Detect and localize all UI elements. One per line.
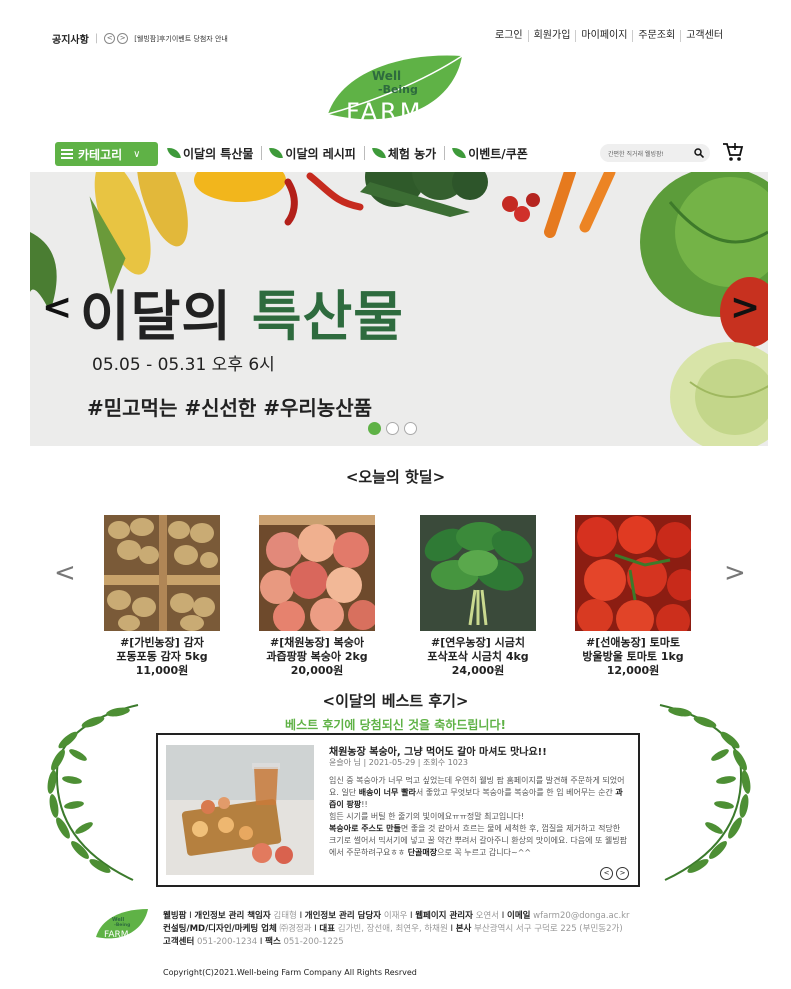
product-name: 과즙팡팡 복숭아 2kg (266, 650, 368, 663)
review-next-button[interactable]: > (616, 867, 629, 880)
footer-info: 웰빙팜 I 개인정보 관리 책임자 김태형 I 개인정보 관리 담당자 이재우 … (163, 910, 703, 949)
carousel-dot-3[interactable] (404, 422, 417, 435)
product-price: 11,000원 (135, 664, 189, 677)
tomato-image (575, 515, 691, 631)
product-price: 20,000원 (290, 664, 344, 677)
hero-banner: < > 이달의 특산물 05.05 - 05.31 오후 6시 #믿고먹는 #신… (30, 172, 768, 446)
carousel-dots (368, 422, 417, 435)
svg-text:-Being: -Being (378, 83, 418, 96)
notice-text[interactable]: [웰빙팜]후기이벤트 당첨자 안내 (134, 34, 228, 44)
banner-title-green: 특산물 (251, 285, 404, 348)
nav-item-label: 이달의 레시피 (285, 146, 356, 161)
review-pager: < > (600, 867, 629, 880)
banner-tags: #믿고먹는 #신선한 #우리농산품 (87, 396, 372, 420)
svg-text:FARM: FARM (346, 98, 423, 126)
product-farm: #[연우농장] 시금치 (431, 636, 525, 649)
carousel-dot-2[interactable] (386, 422, 399, 435)
svg-text:Well: Well (372, 69, 401, 83)
peach-image (259, 515, 375, 631)
notice-next-button[interactable]: > (117, 33, 129, 44)
hotdeal-prev-button[interactable]: < (54, 558, 76, 588)
product-card-peach[interactable]: #[채원농장] 복숭아 과즙팡팡 복숭아 2kg 20,000원 (253, 515, 381, 678)
nav-item-recipe[interactable]: 이달의 레시피 (261, 146, 363, 161)
search-placeholder: 간편한 직거래 웰빙팜! (608, 150, 664, 158)
nav-item-label: 이달의 특산물 (183, 146, 254, 161)
svg-text:FARM: FARM (104, 930, 129, 940)
product-name: 포동포동 감자 5kg (116, 650, 208, 663)
nav-item-specialty[interactable]: 이달의 특산물 (167, 146, 261, 161)
best-review-card[interactable]: 채원농장 복숭아, 그냥 먹어도 갈아 마셔도 맛나요!! 윤슬아 님 | 20… (156, 733, 640, 887)
nav-item-label: 체험 농가 (387, 146, 437, 161)
leaf-icon (269, 146, 284, 160)
hotdeal-heading: <오늘의 핫딜> (345, 468, 446, 486)
search-icon[interactable] (694, 148, 704, 158)
product-card-spinach[interactable]: #[연우농장] 시금치 포삭포삭 시금치 4kg 24,000원 (414, 515, 542, 678)
notice-bar: 공지사항 | < > [웰빙팜]후기이벤트 당첨자 안내 (52, 31, 228, 46)
product-farm: #[채원농장] 복숭아 (270, 636, 364, 649)
divider: | (94, 33, 99, 44)
banner-title: 이달의 특산물 (80, 272, 404, 351)
copyright: Copyright(C)2021.Well-being Farm Company… (163, 968, 417, 977)
product-farm: #[가빈농장] 감자 (120, 636, 204, 649)
product-farm: #[선애농장] 토마토 (586, 636, 680, 649)
banner-next-button[interactable]: > (730, 287, 760, 328)
review-meta: 윤슬아 님 | 2021-05-29 | 조회수 1023 (329, 758, 469, 767)
laurel-left-icon (47, 704, 139, 881)
review-photo (166, 745, 314, 875)
product-price: 24,000원 (451, 664, 505, 677)
notice-prev-button[interactable]: < (104, 33, 116, 44)
chevron-down-icon: ∨ (133, 148, 141, 160)
hotdeal-next-button[interactable]: > (724, 558, 746, 588)
footer-logo-icon: Well -Being FARM (96, 909, 148, 940)
review-title[interactable]: 채원농장 복숭아, 그냥 먹어도 갈아 마셔도 맛나요!! (329, 743, 547, 758)
banner-date: 05.05 - 05.31 오후 6시 (92, 355, 275, 375)
laurel-right-icon (659, 704, 751, 881)
utility-nav: 로그인 회원가입 마이페이지 주문조회 고객센터 (490, 30, 728, 42)
footer-line-1: 웰빙팜 I 개인정보 관리 책임자 김태형 I 개인정보 관리 담당자 이재우 … (163, 911, 630, 921)
nav-item-farm-experience[interactable]: 체험 농가 (363, 146, 444, 161)
leaf-icon (371, 146, 386, 160)
mypage-link[interactable]: 마이페이지 (575, 30, 632, 42)
customer-center-link[interactable]: 고객센터 (680, 30, 728, 42)
search-input[interactable]: 간편한 직거래 웰빙팜! (600, 144, 710, 162)
site-logo[interactable]: Well -Being FARM (322, 52, 468, 132)
product-name: 포삭포삭 시금치 4kg (427, 650, 529, 663)
main-nav: 카테고리 ∨ 이달의 특산물 이달의 레시피 체험 농가 이벤트/쿠폰 간편한 … (55, 140, 745, 168)
potato-image (104, 515, 220, 631)
product-card-potato[interactable]: #[가빈농장] 감자 포동포동 감자 5kg 11,000원 (98, 515, 226, 678)
leaf-icon (452, 146, 467, 160)
cart-icon[interactable] (722, 141, 744, 163)
footer-line-2: 컨설팅/MD/디자인/마케팅 업체 ㈜경정과 I 대표 김가빈, 장선애, 최연… (163, 924, 623, 934)
leaf-icon (167, 146, 181, 160)
footer-line-3: 고객센터 051-200-1234 I 팩스 051-200-1225 (163, 937, 344, 947)
review-prev-button[interactable]: < (600, 867, 613, 880)
signup-link[interactable]: 회원가입 (527, 30, 576, 42)
review-body: 임신 중 복숭아가 너무 먹고 싶었는데 우연히 웰빙 팜 홈페이지를 발견해 … (329, 776, 628, 857)
product-card-tomato[interactable]: #[선애농장] 토마토 방울방울 토마토 1kg 12,000원 (569, 515, 697, 678)
notice-label[interactable]: 공지사항 (52, 31, 89, 46)
leaf-logo-icon: Well -Being FARM (327, 55, 463, 126)
carousel-dot-1[interactable] (368, 422, 381, 435)
banner-prev-button[interactable]: < (42, 287, 72, 328)
category-label: 카테고리 (78, 147, 123, 162)
nav-item-event-coupon[interactable]: 이벤트/쿠폰 (444, 146, 536, 161)
notice-arrows: < > (104, 33, 129, 44)
menu-icon (61, 149, 73, 159)
banner-title-black: 이달의 (80, 285, 233, 348)
svg-text:-Being: -Being (114, 922, 130, 928)
category-button[interactable]: 카테고리 ∨ (55, 142, 158, 166)
nav-item-label: 이벤트/쿠폰 (468, 146, 528, 161)
login-link[interactable]: 로그인 (490, 30, 528, 42)
product-price: 12,000원 (606, 664, 660, 677)
spinach-image (420, 515, 536, 631)
order-lookup-link[interactable]: 주문조회 (632, 30, 680, 42)
menu-items: 이달의 특산물 이달의 레시피 체험 농가 이벤트/쿠폰 (167, 146, 536, 161)
product-name: 방울방울 토마토 1kg (582, 650, 684, 663)
